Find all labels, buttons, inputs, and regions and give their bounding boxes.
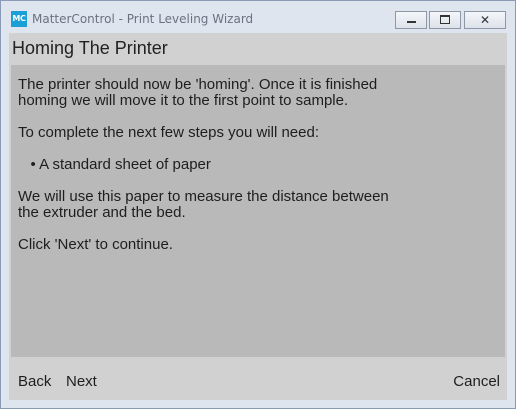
homing-line-2: homing we will move it to the first poin… [18,92,349,109]
close-button[interactable]: ✕ [464,11,506,29]
paper-purpose-line-1: We will use this paper to measure the di… [18,188,389,205]
minimize-button[interactable] [395,11,427,29]
title-bar[interactable]: MC MatterControl - Print Leveling Wizard… [1,1,515,31]
window-controls: ✕ [393,11,506,29]
window-title: MatterControl - Print Leveling Wizard [32,12,254,26]
requirements-paragraph: To complete the next few steps you will … [18,125,319,141]
paper-purpose-line-2: the extruder and the bed. [18,204,186,221]
cancel-button[interactable]: Cancel [453,373,500,390]
paper-bullet-text: • A standard sheet of paper [18,156,211,173]
back-button[interactable]: Back [18,373,51,390]
paper-purpose-paragraph: We will use this paper to measure the di… [18,189,389,221]
paper-bullet: • A standard sheet of paper [18,157,211,173]
homing-line-1: The printer should now be 'homing'. Once… [18,76,378,93]
minimize-icon [407,21,416,23]
continue-paragraph: Click 'Next' to continue. [18,237,173,253]
next-button[interactable]: Next [66,373,97,390]
wizard-window: MC MatterControl - Print Leveling Wizard… [0,0,516,409]
homing-paragraph: The printer should now be 'homing'. Once… [18,77,377,109]
requirements-line: To complete the next few steps you will … [18,124,319,141]
continue-line: Click 'Next' to continue. [18,236,173,253]
maximize-button[interactable] [429,11,461,29]
wizard-client-area: Homing The Printer The printer should no… [9,33,507,400]
page-title: Homing The Printer [12,38,168,58]
app-icon: MC [11,11,27,27]
maximize-icon [440,15,450,24]
close-icon: ✕ [479,13,491,27]
instructions-panel: The printer should now be 'homing'. Once… [11,65,505,357]
